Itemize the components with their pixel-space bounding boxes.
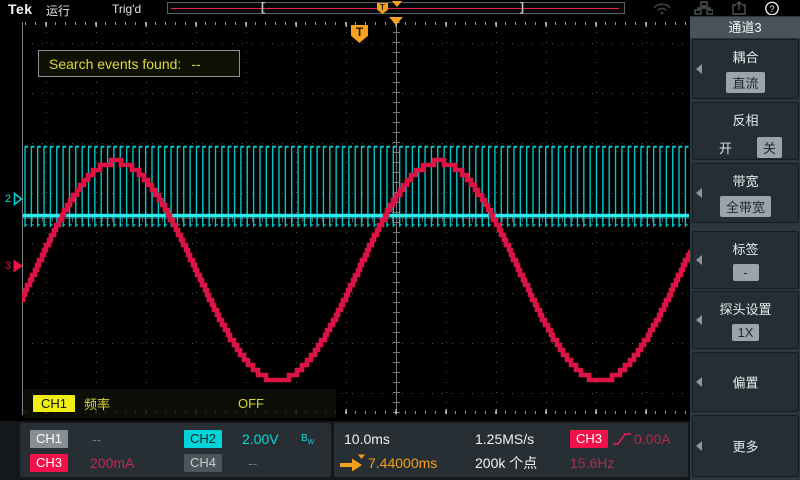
invert-off-option[interactable]: 关 (757, 137, 782, 158)
network-icon[interactable] (693, 1, 713, 15)
horizontal-position[interactable]: 7.44000ms (368, 454, 437, 472)
file-export-icon[interactable] (730, 1, 750, 15)
zoom-window-right-bracket[interactable]: ] (520, 0, 524, 14)
chevron-left-icon (696, 188, 702, 198)
menu-item-label[interactable]: 标签 - (692, 231, 799, 289)
channel3-marker-label: 3 (5, 259, 11, 273)
measurement-source-badge: CH1 (33, 395, 75, 412)
ch4-badge[interactable]: CH4 (184, 454, 222, 472)
coupling-value-button[interactable]: 直流 (726, 72, 764, 93)
acquisition-preview-bar[interactable]: [ ] T (167, 2, 625, 14)
side-menu-title: 通道3 (690, 17, 800, 38)
side-menu-channel3: 通道3 耦合 直流 反相 开 关 带宽 全带宽 标签 - 探头设置 1X (690, 16, 800, 480)
invert-on-option[interactable]: 开 (713, 137, 738, 158)
ch3-scale-value: 200mA (90, 454, 134, 472)
menu-item-invert[interactable]: 反相 开 关 (692, 102, 799, 160)
measurement-value: OFF (238, 396, 264, 411)
channel2-marker-label: 2 (5, 192, 11, 206)
channel2-marker-arrow-icon (13, 192, 23, 206)
invert-label: 反相 (693, 110, 798, 129)
bandwidth-value-button[interactable]: 全带宽 (720, 196, 771, 217)
menu-item-more[interactable]: 更多 (692, 415, 799, 477)
record-view-line (171, 8, 619, 9)
ch2-scale-value: 2.00V (242, 430, 279, 448)
horizontal-position-icon (338, 453, 368, 472)
menu-item-probe-setup[interactable]: 探头设置 1X (692, 291, 799, 349)
ch1-scale-value: -- (92, 430, 101, 448)
trigger-source-badge[interactable]: CH3 (570, 430, 608, 448)
wifi-icon[interactable] (651, 1, 671, 15)
chevron-left-icon (696, 255, 702, 265)
ch2-bandwidth-limit-icon: BW (301, 430, 314, 452)
acquisition-status: 运行 (46, 2, 70, 19)
record-length: 200k 个点 (475, 454, 537, 472)
bandwidth-label: 带宽 (693, 171, 798, 190)
oscilloscope-screen: Tek 运行 Trig'd [ ] T (0, 0, 800, 480)
trigger-position-mini-badge[interactable]: T (377, 3, 388, 14)
search-events-label: Search events found: (49, 56, 181, 72)
trigger-frequency: 15.6Hz (570, 454, 614, 472)
expansion-point-icon (392, 1, 402, 7)
search-events-banner: Search events found: -- (38, 50, 240, 77)
offset-label: 偏置 (693, 373, 798, 392)
status-bar: CH1 -- CH2 2.00V BW CH3 200mA CH4 -- 10.… (0, 421, 690, 480)
label-value-button[interactable]: - (733, 264, 759, 281)
menu-item-coupling[interactable]: 耦合 直流 (692, 39, 799, 99)
horizontal-trigger-panel: 10.0ms 1.25MS/s CH3 0.00A 7.44000ms 200k… (334, 423, 688, 477)
help-glyph: ? (769, 4, 774, 14)
menu-item-offset[interactable]: 偏置 (692, 352, 799, 412)
measurement-bar[interactable]: CH1 频率 OFF (23, 389, 336, 418)
trigger-position-icon[interactable] (389, 17, 403, 25)
help-icon[interactable]: ? (763, 1, 783, 15)
channel3-marker-arrow-icon (13, 259, 23, 273)
trigger-status: Trig'd (112, 2, 141, 16)
ch2-badge[interactable]: CH2 (184, 430, 222, 448)
ch1-badge[interactable]: CH1 (30, 430, 68, 448)
more-label: 更多 (693, 437, 798, 456)
probe-setup-value-button[interactable]: 1X (732, 324, 760, 341)
ch4-scale-value: -- (248, 454, 257, 472)
channel2-reference-marker[interactable]: 2 (5, 192, 23, 206)
zoom-window-left-bracket[interactable]: [ (261, 0, 265, 14)
chevron-left-icon (696, 315, 702, 325)
top-bar: Tek 运行 Trig'd [ ] T (0, 0, 800, 16)
search-events-count: -- (191, 56, 200, 72)
measurement-name: 频率 (84, 394, 110, 413)
probe-setup-label: 探头设置 (693, 299, 798, 318)
invert-toggle: 开 关 (713, 137, 782, 158)
ch3-badge[interactable]: CH3 (30, 454, 68, 472)
horizontal-scale[interactable]: 10.0ms (344, 430, 390, 448)
trigger-level: 0.00A (634, 430, 671, 448)
tek-logo: Tek (8, 1, 33, 17)
menu-item-bandwidth[interactable]: 带宽 全带宽 (692, 163, 799, 223)
chevron-left-icon (696, 64, 702, 74)
channel3-reference-marker[interactable]: 3 (5, 259, 23, 273)
sample-rate: 1.25MS/s (475, 430, 534, 448)
label-label: 标签 (693, 239, 798, 258)
coupling-label: 耦合 (693, 47, 798, 66)
channel-status-panel: CH1 -- CH2 2.00V BW CH3 200mA CH4 -- (20, 423, 331, 477)
trigger-slope-rising-icon (612, 430, 632, 448)
